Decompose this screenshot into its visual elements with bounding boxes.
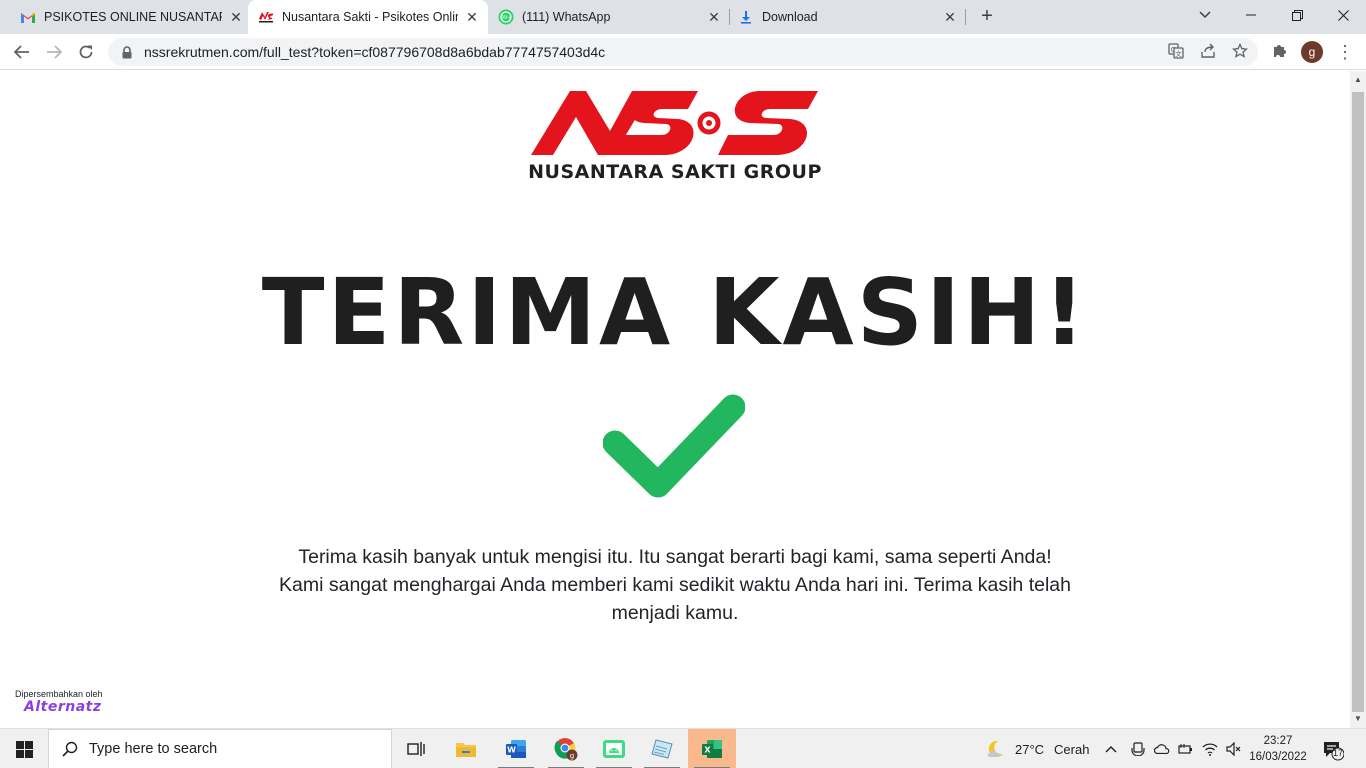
svg-text:99+: 99+ (501, 15, 512, 21)
credit-brand-logo[interactable]: Alternatz (24, 699, 103, 715)
new-tab-button[interactable]: + (976, 5, 998, 27)
weather-temp: 27°C (1015, 741, 1045, 757)
onedrive-cloud-icon[interactable] (1150, 744, 1174, 754)
tab-divider (965, 9, 966, 25)
minimize-button[interactable] (1228, 0, 1274, 30)
profile-avatar[interactable]: g (1301, 41, 1323, 63)
taskbar-notepad[interactable] (638, 729, 686, 768)
taskbar-android-studio[interactable] (590, 729, 638, 768)
close-icon[interactable]: ✕ (942, 9, 958, 25)
nss-logo: NUSANTARA SAKTI GROUP (528, 87, 822, 187)
lock-icon[interactable] (120, 45, 134, 59)
windows-logo-icon (15, 740, 33, 758)
forward-button[interactable] (42, 40, 66, 64)
task-view-button[interactable] (392, 729, 440, 768)
clock-date: 16/03/2022 (1249, 751, 1307, 763)
tab-title: Nusantara Sakti - Psikotes Online (282, 10, 458, 24)
folder-icon (456, 743, 476, 757)
clock-time: 23:27 (1263, 735, 1293, 747)
message-line: Terima kasih banyak untuk mengisi itu. I… (298, 546, 1052, 568)
search-icon (61, 740, 79, 758)
nss-logo-mark (531, 91, 818, 155)
tab-title: PSIKOTES ONLINE NUSANTARA S (44, 10, 222, 24)
tab-download[interactable]: Download ✕ (732, 0, 964, 34)
message-line: Kami sangat menghargai Anda memberi kami… (279, 574, 1071, 624)
credit-label: Dipersembahkan oleh (15, 689, 103, 699)
word-icon: W (506, 740, 526, 758)
moon-weather-icon (988, 740, 1003, 757)
close-window-button[interactable] (1320, 0, 1366, 30)
page-title: TERIMA KASIH! (261, 259, 1089, 366)
tab-search-chevron-icon[interactable] (1182, 0, 1228, 30)
system-tray (1102, 729, 1246, 768)
page-scrollbar[interactable]: ▲ ▼ (1350, 71, 1366, 728)
close-icon[interactable]: ✕ (228, 9, 244, 25)
bookmark-star-icon[interactable] (1229, 40, 1251, 62)
reload-button[interactable] (74, 40, 98, 64)
android-studio-icon (603, 740, 625, 758)
gmail-icon (20, 9, 36, 25)
taskbar-clock[interactable]: 23:27 16/03/2022 (1246, 733, 1310, 765)
chevron-up-icon[interactable] (1102, 745, 1120, 753)
excel-icon: X (702, 740, 722, 758)
whatsapp-icon: 99+ (498, 9, 514, 25)
address-bar[interactable]: nssrekrutmen.com/full_test?token=cf08779… (108, 38, 1258, 66)
logo-text: NUSANTARA SAKTI GROUP (528, 161, 822, 183)
taskbar-file-explorer[interactable] (442, 729, 490, 768)
scroll-thumb[interactable] (1352, 92, 1364, 712)
browser-tab-strip: PSIKOTES ONLINE NUSANTARA S ✕ Nusantara … (0, 0, 1366, 34)
restore-button[interactable] (1274, 0, 1320, 30)
download-icon (738, 9, 754, 25)
scroll-up-arrow-icon[interactable]: ▲ (1350, 73, 1366, 87)
task-view-icon (407, 742, 425, 756)
tab-title: Download (762, 10, 818, 24)
nss-favicon-icon (258, 9, 274, 25)
taskbar-search[interactable] (48, 729, 392, 768)
weather-widget[interactable]: 27°C Cerah (984, 729, 1089, 768)
meet-now-icon[interactable] (1126, 742, 1150, 756)
tab-gmail[interactable]: PSIKOTES ONLINE NUSANTARA S ✕ (12, 0, 244, 34)
taskbar-chrome[interactable]: g (542, 729, 590, 768)
browser-toolbar: nssrekrutmen.com/full_test?token=cf08779… (0, 34, 1366, 70)
svg-text:文: 文 (1175, 49, 1182, 58)
notification-count: 17 (1332, 748, 1343, 758)
close-icon[interactable]: ✕ (706, 9, 722, 25)
search-input[interactable] (89, 741, 369, 757)
svg-text:W: W (507, 746, 516, 755)
start-button[interactable] (0, 729, 48, 768)
windows-taskbar: W g X 27°C Cerah 23: (0, 728, 1366, 768)
tab-whatsapp[interactable]: 99+ (111) WhatsApp ✕ (492, 0, 728, 34)
checkmark-icon (603, 394, 745, 498)
battery-plug-icon[interactable] (1174, 743, 1198, 755)
url-text[interactable]: nssrekrutmen.com/full_test?token=cf08779… (144, 44, 605, 60)
wifi-icon[interactable] (1198, 742, 1222, 756)
svg-text:X: X (704, 746, 711, 755)
translate-icon[interactable]: G文 (1165, 40, 1187, 62)
thank-you-message: Terima kasih banyak untuk mengisi itu. I… (262, 543, 1088, 627)
share-icon[interactable] (1197, 40, 1219, 62)
taskbar-word[interactable]: W (492, 729, 540, 768)
browser-menu-icon[interactable]: ⋮ (1336, 40, 1354, 64)
credit-block: Dipersembahkan oleh Alternatz (15, 689, 103, 715)
notification-center-button[interactable]: 17 (1322, 739, 1345, 761)
close-icon[interactable]: ✕ (464, 9, 480, 25)
chrome-icon: g (554, 738, 578, 761)
volume-muted-icon[interactable] (1222, 742, 1246, 756)
tab-divider (729, 9, 730, 25)
tab-nusantara-sakti[interactable]: Nusantara Sakti - Psikotes Online ✕ (248, 0, 488, 34)
taskbar-excel[interactable]: X (688, 729, 736, 768)
svg-text:g: g (570, 752, 574, 760)
extensions-puzzle-icon[interactable] (1268, 40, 1290, 62)
notepad-icon (651, 739, 673, 759)
tab-title: (111) WhatsApp (522, 10, 611, 24)
weather-condition: Cerah (1054, 741, 1090, 757)
scroll-down-arrow-icon[interactable]: ▼ (1350, 712, 1366, 726)
page-viewport: NUSANTARA SAKTI GROUP TERIMA KASIH! Teri… (0, 71, 1350, 728)
back-button[interactable] (10, 40, 34, 64)
